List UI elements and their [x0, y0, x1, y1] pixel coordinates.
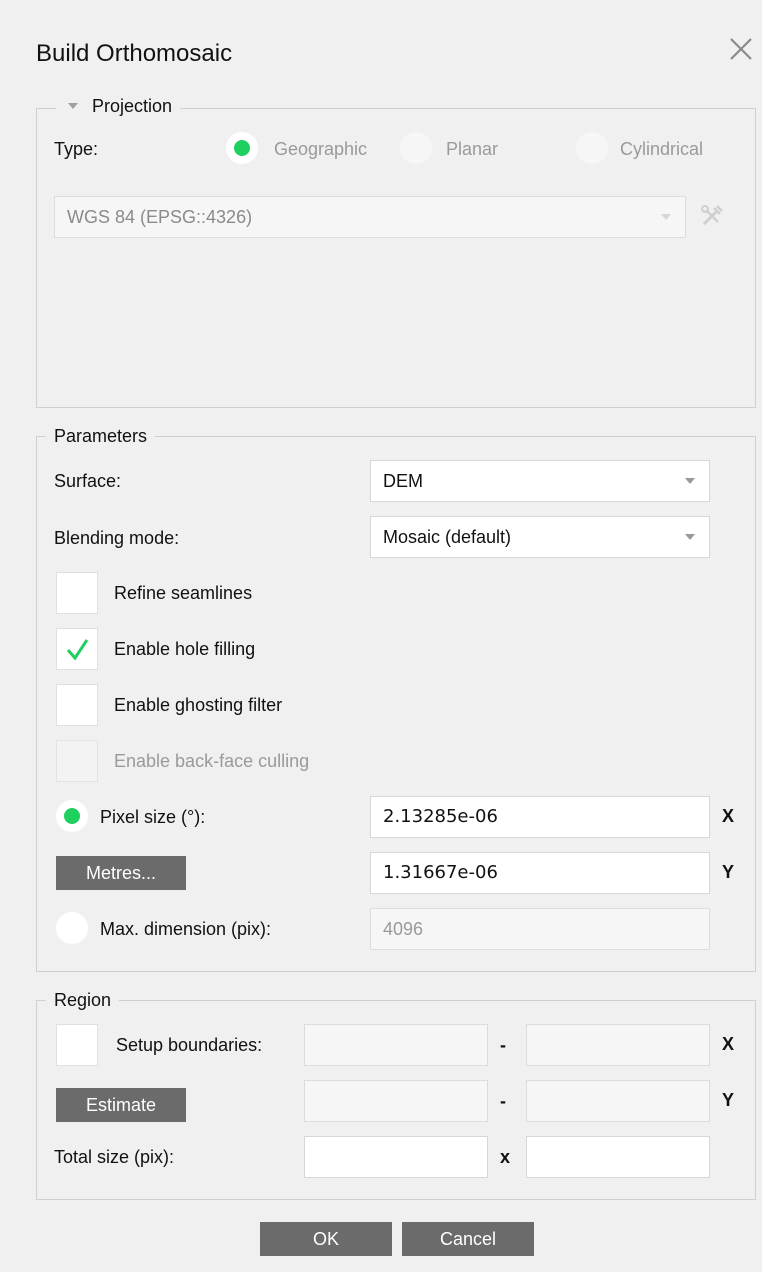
collapse-arrow-icon[interactable]: [68, 103, 78, 110]
range-separator: -: [500, 1035, 506, 1055]
y-min-input[interactable]: [304, 1080, 488, 1122]
planar-label: Planar: [446, 139, 499, 159]
blending-select[interactable]: Mosaic (default): [370, 516, 710, 558]
x-max-input[interactable]: [526, 1024, 710, 1066]
geographic-label: Geographic: [274, 139, 368, 159]
blending-label: Blending mode:: [54, 528, 180, 548]
crs-value: WGS 84 (EPSG::4326): [67, 207, 253, 227]
setup-boundaries-checkbox[interactable]: [56, 1024, 98, 1066]
ghosting-filter-label: Enable ghosting filter: [114, 695, 283, 715]
close-icon[interactable]: [726, 34, 756, 64]
geographic-radio[interactable]: [226, 132, 258, 164]
surface-value: DEM: [383, 471, 423, 491]
range-separator: -: [500, 1091, 506, 1111]
tools-icon[interactable]: [698, 202, 726, 230]
ok-button[interactable]: OK: [260, 1222, 392, 1256]
chevron-down-icon: [685, 534, 695, 540]
surface-select[interactable]: DEM: [370, 460, 710, 502]
x-min-input[interactable]: [304, 1024, 488, 1066]
refine-seamlines-checkbox[interactable]: [56, 572, 98, 614]
max-dimension-input[interactable]: 4096: [370, 908, 710, 950]
cylindrical-label: Cylindrical: [620, 139, 704, 159]
y-max-input[interactable]: [526, 1080, 710, 1122]
back-face-culling-label: Enable back-face culling: [114, 751, 310, 771]
hole-filling-label: Enable hole filling: [114, 639, 256, 659]
region-axis-x-label: X: [722, 1034, 735, 1054]
axis-y-label: Y: [722, 862, 735, 882]
pixel-size-x-input[interactable]: 2.13285e-06: [370, 796, 710, 838]
region-legend: Region: [46, 989, 120, 1011]
projection-legend[interactable]: Projection: [56, 95, 181, 117]
dialog-title: Build Orthomosaic: [36, 40, 233, 67]
total-width-input[interactable]: [304, 1136, 488, 1178]
planar-radio[interactable]: [400, 132, 432, 164]
crs-select[interactable]: WGS 84 (EPSG::4326): [54, 196, 686, 238]
cancel-button[interactable]: Cancel: [402, 1222, 534, 1256]
axis-x-label: X: [722, 806, 735, 826]
setup-boundaries-label: Setup boundaries:: [116, 1035, 263, 1055]
total-height-input[interactable]: [526, 1136, 710, 1178]
pixel-size-label: Pixel size (°):: [100, 807, 206, 827]
type-label: Type:: [54, 139, 99, 159]
ghosting-filter-checkbox[interactable]: [56, 684, 98, 726]
parameters-legend: Parameters: [46, 425, 156, 447]
pixel-size-y-input[interactable]: 1.31667e-06: [370, 852, 710, 894]
estimate-button[interactable]: Estimate: [56, 1088, 186, 1122]
region-axis-y-label: Y: [722, 1090, 735, 1110]
max-dimension-label: Max. dimension (pix):: [100, 919, 272, 939]
total-size-label: Total size (pix):: [54, 1147, 175, 1167]
size-separator: x: [500, 1147, 511, 1167]
blending-value: Mosaic (default): [383, 527, 512, 547]
max-dimension-radio[interactable]: [56, 912, 88, 944]
pixel-size-radio[interactable]: [56, 800, 88, 832]
back-face-culling-checkbox[interactable]: [56, 740, 98, 782]
hole-filling-checkbox[interactable]: [56, 628, 98, 670]
chevron-down-icon: [685, 478, 695, 484]
surface-label: Surface:: [54, 471, 122, 491]
checkmark-icon: [66, 639, 89, 661]
cylindrical-radio[interactable]: [576, 132, 608, 164]
refine-seamlines-label: Refine seamlines: [114, 583, 253, 603]
metres-button[interactable]: Metres...: [56, 856, 186, 890]
chevron-down-icon: [661, 214, 671, 220]
